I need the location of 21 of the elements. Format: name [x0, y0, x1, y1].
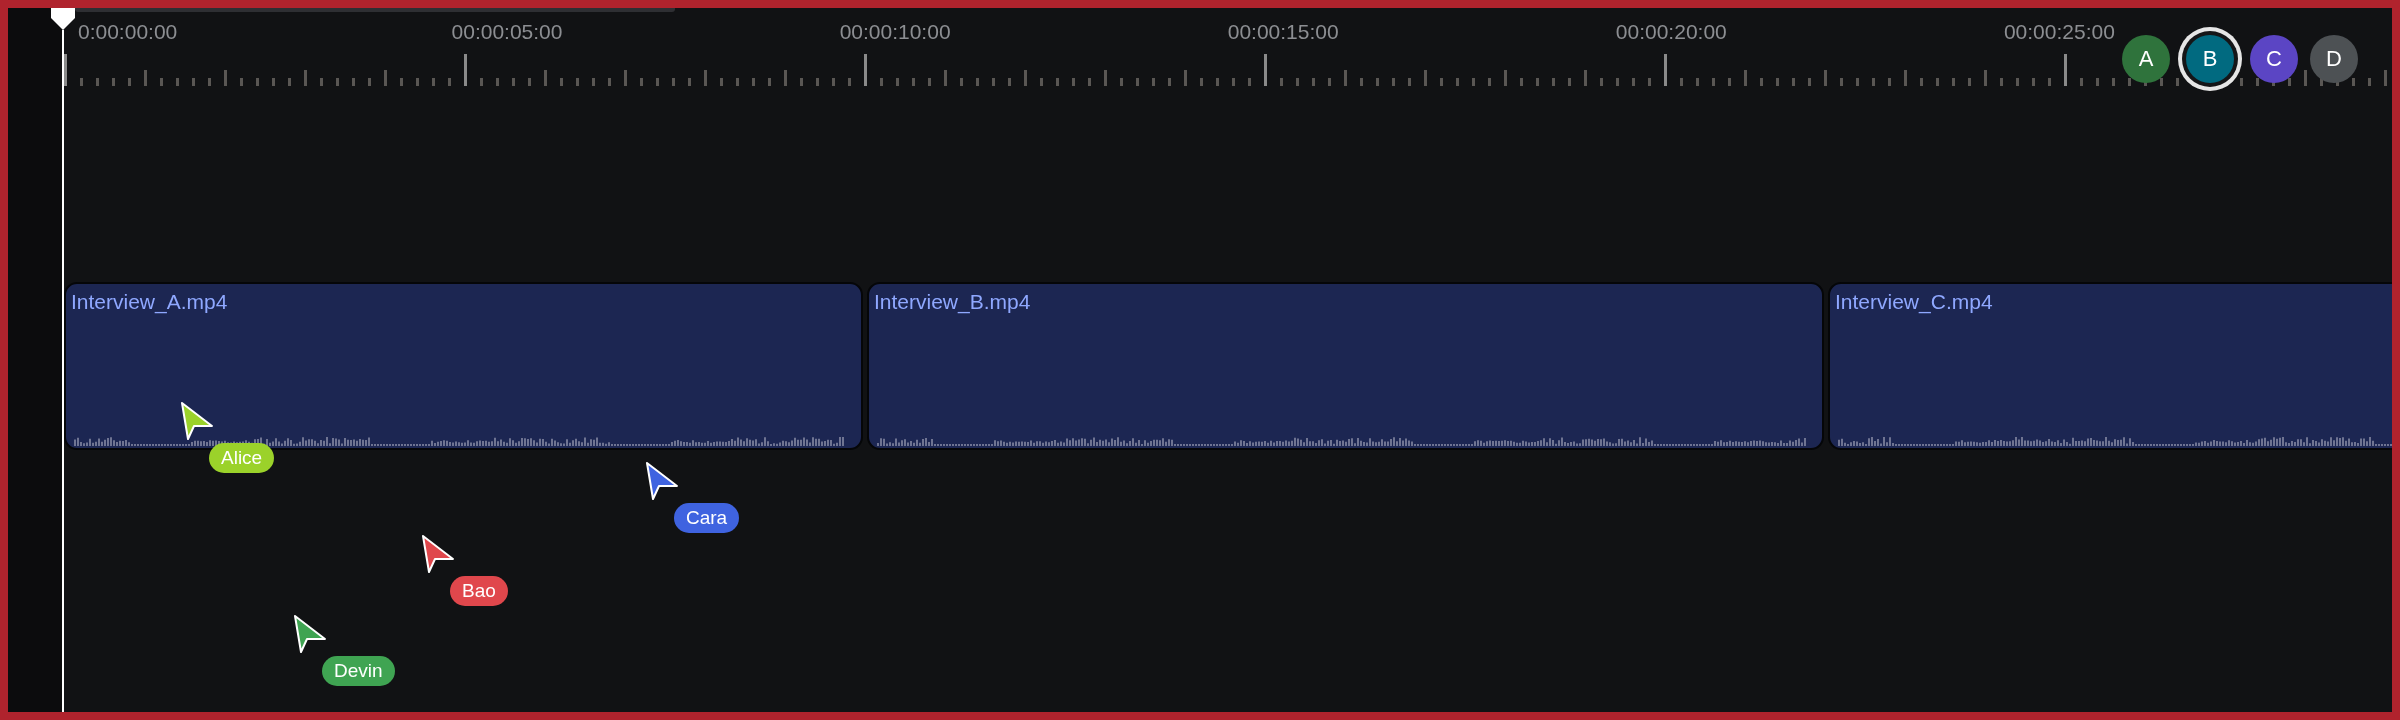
timecode-label: 0:00:00:00 — [78, 20, 179, 45]
user-avatar[interactable]: D — [2310, 35, 2358, 83]
video-clip[interactable]: Interview_B.mp4 — [867, 282, 1824, 450]
video-clip[interactable]: Interview_C.mp4 — [1828, 282, 2392, 450]
scrollbar-thumb[interactable] — [75, 8, 675, 12]
timecode-label: 00:00:05:00 — [451, 20, 564, 45]
timecode-label: 00:00:25:00 — [2003, 20, 2116, 45]
clip-name: Interview_B.mp4 — [874, 290, 1031, 314]
clip-name: Interview_A.mp4 — [71, 290, 228, 314]
user-avatar[interactable]: A — [2122, 35, 2170, 83]
playhead-handle[interactable] — [51, 8, 75, 30]
user-name-tag: Alice — [209, 443, 275, 473]
timecode-label: 00:00:20:00 — [1615, 20, 1728, 45]
user-name-tag: Cara — [674, 503, 740, 533]
timecode-label: 00:00:15:00 — [1227, 20, 1340, 45]
user-avatar[interactable]: C — [2250, 35, 2298, 83]
video-clip[interactable]: Interview_A.mp4 — [64, 282, 863, 450]
user-name-tag: Devin — [322, 656, 395, 686]
timecode-label: 00:00:10:00 — [839, 20, 952, 45]
clip-name: Interview_C.mp4 — [1835, 290, 1993, 314]
user-name-tag: Bao — [450, 576, 508, 606]
